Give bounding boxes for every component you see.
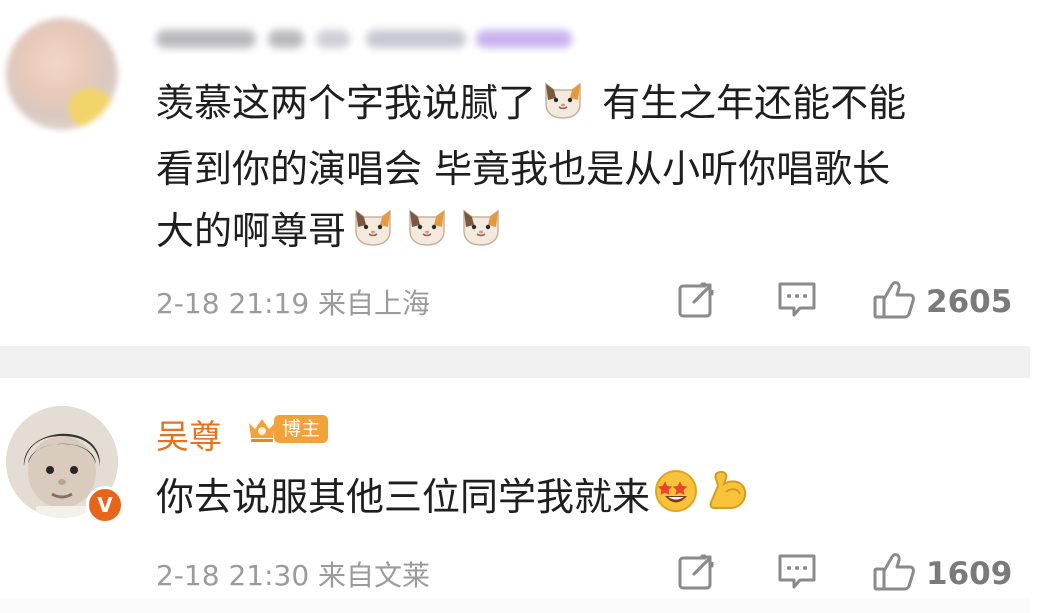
- comment-button[interactable]: [776, 554, 818, 594]
- comment-button[interactable]: [776, 282, 818, 322]
- page-margin: [1030, 0, 1054, 613]
- comment-icon: [776, 552, 818, 596]
- bottom-edge: [0, 598, 1030, 613]
- comment-card: V 吴尊 博主 你去说服其他三位同学我就来 2-18 21:30 来自文莱 16…: [0, 378, 1030, 598]
- comment-text-part: 你去说服其他三位同学我就来: [156, 475, 651, 519]
- avatar[interactable]: [6, 18, 118, 130]
- comment-time: 2-18 21:19: [156, 287, 310, 320]
- share-icon: [676, 552, 716, 596]
- like-button[interactable]: 2605: [872, 279, 1013, 325]
- like-count: 2605: [926, 284, 1013, 320]
- cat-face-emoji: [350, 201, 396, 265]
- flexed-biceps-emoji: [706, 468, 752, 532]
- comment-icon: [776, 280, 818, 324]
- author-badge-label: 博主: [274, 415, 329, 443]
- share-button[interactable]: [676, 554, 716, 594]
- comment-location: 来自文莱: [318, 559, 431, 592]
- username[interactable]: 吴尊: [156, 410, 222, 458]
- comment-text: 羡慕这两个字我说腻了 有生之年还能不能 看到你的演唱会 毕竟我也是从小听你唱歌长…: [156, 72, 1016, 265]
- author-badge: 博主: [246, 410, 329, 448]
- comment-text-part: 羡慕这两个字我说腻了: [156, 81, 537, 125]
- cat-face-emoji: [404, 201, 450, 265]
- like-button[interactable]: 1609: [872, 551, 1013, 597]
- comment-meta: 2-18 21:19 来自上海: [156, 282, 430, 322]
- comment-meta: 2-18 21:30 来自文莱: [156, 554, 430, 594]
- cat-face-emoji: [458, 201, 504, 265]
- verified-badge: V: [86, 486, 124, 524]
- cat-face-emoji: [540, 74, 586, 138]
- comment-text-part: 看到你的演唱会 毕竟我也是从小听你唱歌长: [156, 146, 891, 191]
- share-icon: [676, 280, 716, 324]
- thumbs-up-icon: [872, 279, 916, 325]
- share-button[interactable]: [676, 282, 716, 322]
- comment-card: 羡慕这两个字我说腻了 有生之年还能不能 看到你的演唱会 毕竟我也是从小听你唱歌长…: [0, 0, 1030, 346]
- star-struck-emoji: [654, 469, 698, 531]
- like-count: 1609: [926, 556, 1013, 592]
- comment-text-part: 有生之年还能不能: [602, 81, 907, 125]
- comment-text: 你去说服其他三位同学我就来: [156, 466, 1016, 532]
- comment-text-part: 大的啊尊哥: [156, 208, 347, 253]
- comment-location: 来自上海: [318, 287, 431, 320]
- separator: [0, 346, 1030, 378]
- username-blurred[interactable]: [156, 18, 576, 62]
- comment-time: 2-18 21:30: [156, 559, 310, 592]
- thumbs-up-icon: [872, 551, 916, 597]
